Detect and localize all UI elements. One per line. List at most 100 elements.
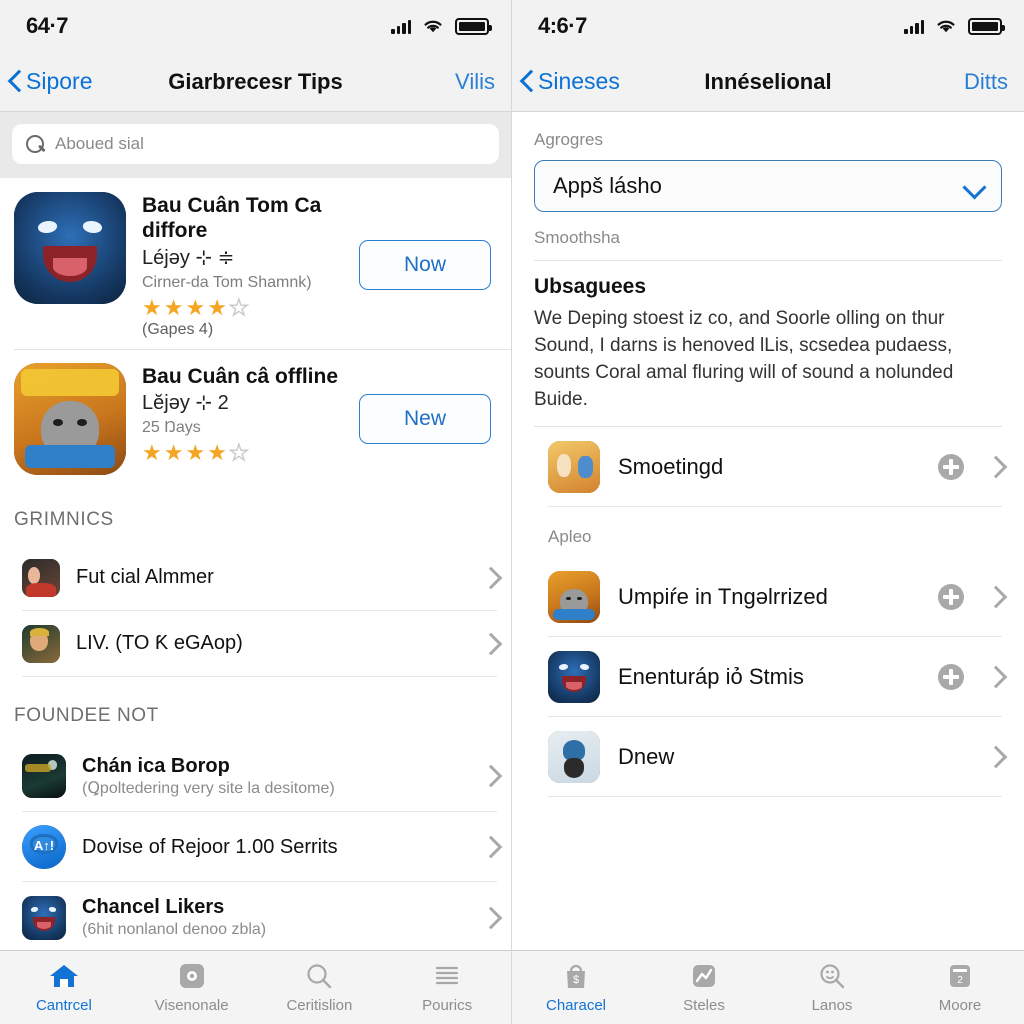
nav-action-button[interactable]: Vilis (455, 69, 495, 95)
list-item-label: LIV. (TO Ƙ eGAop) (76, 632, 243, 655)
info-block: Ubsaguees We Deping stoest iz co, and So… (512, 261, 1024, 414)
tab-label: Visenonale (154, 997, 229, 1014)
back-button-label: Sineses (538, 68, 620, 94)
chart-icon (687, 961, 721, 991)
list-item-label: Chancel Likers (82, 895, 225, 918)
shop-bag-icon: $ (559, 961, 593, 991)
tab-label: Ceritislion (286, 997, 353, 1014)
home-icon (47, 961, 81, 991)
app-action-container: New (359, 393, 491, 444)
wifi-icon (937, 20, 955, 33)
archive-icon: 2 (943, 961, 977, 991)
app-developer-note: Cirner-da Tom Shamnk) (142, 273, 312, 291)
battery-icon (968, 17, 1005, 35)
list-item[interactable]: Smoetingd (512, 427, 1024, 507)
chevron-right-icon (483, 632, 497, 656)
cellular-signal-icon (391, 19, 411, 34)
list-item-text: Dovise of Rejoor 1.00 Serrits (82, 835, 461, 859)
family-photo-icon (22, 558, 60, 597)
list-item-label: Dnew (618, 743, 675, 769)
nav-action-button[interactable]: Ditts (964, 69, 1008, 95)
chevron-left-icon (8, 70, 22, 94)
tab-moore[interactable]: 2 Moore (896, 961, 1024, 1014)
app-title: Bau Cuân Tom Ca diffore (142, 194, 322, 242)
search-bar-container: Aboued sial (0, 112, 511, 178)
list-item[interactable]: A↑! Dovise of Rejoor 1.00 Serrits (0, 812, 511, 882)
app-result-row[interactable]: Bau Cuân câ offline Lĕjəy ⊹ 2 25 Ŋays ★ ★… (0, 348, 511, 485)
chevron-down-icon (963, 179, 985, 193)
list-item[interactable]: Enenturáp iỏ Stmis (512, 637, 1024, 717)
app-subtitle: Lĕjəy ⊹ 2 (142, 392, 229, 415)
list-item-text: LIV. (TO Ƙ eGAop) (76, 631, 461, 655)
wifi-icon (424, 20, 442, 33)
list-item[interactable]: Umpiŕe in Tngəlrrized (512, 557, 1024, 637)
list-item[interactable]: Dnew (512, 717, 1024, 797)
back-button[interactable]: Sineses (520, 68, 620, 95)
select-field-label: Agrogres (534, 130, 603, 149)
rating-stars: ★ ★ ★ ★ ★ (142, 440, 249, 466)
list-icon (430, 961, 464, 991)
list-item[interactable]: Chancel Likers (6hit nonlanol denoo zbla… (0, 882, 511, 954)
search-placeholder: Aboued sial (55, 134, 144, 153)
left-phone-screen: 64·7 Sipore Giarbrecesr Tips Vilis Aboue… (0, 0, 512, 1024)
apps-select[interactable]: Appš lásho (534, 160, 1002, 212)
tab-label: Steles (683, 997, 725, 1014)
list-item-label: Enenturáp iỏ Stmis (618, 663, 804, 689)
form-section: Agrogres Appš lásho (512, 112, 1024, 212)
select-value: Appš lásho (553, 173, 662, 198)
tab-ceritislion[interactable]: Ceritislion (256, 961, 384, 1014)
chevron-right-icon (483, 764, 497, 788)
tab-pourics[interactable]: Pourics (383, 961, 511, 1014)
settings-icon (175, 961, 209, 991)
add-icon[interactable] (938, 453, 964, 480)
tab-lanos[interactable]: Lanos (768, 961, 896, 1014)
app-details: Bau Cuân câ offline Lĕjəy ⊹ 2 25 Ŋays ★ ★… (142, 363, 343, 475)
chevron-left-icon (520, 70, 534, 94)
list-item-label: Smoetingd (618, 453, 724, 479)
list-item-text: Chán ica Borop (Ꝗpoltedering very site l… (82, 754, 461, 799)
night-scene-icon (22, 754, 66, 799)
tab-cantrcel[interactable]: Cantrcel (0, 961, 128, 1014)
back-button-label: Sipore (26, 68, 93, 94)
status-time: 4:6·7 (538, 13, 587, 38)
list-item[interactable]: Chán ica Borop (Ꝗpoltedering very site l… (0, 741, 511, 813)
tab-steles[interactable]: Steles (640, 961, 768, 1014)
svg-text:2: 2 (957, 975, 963, 986)
tab-bar-right: $ Characel Steles Lanos 2 Moore (512, 950, 1024, 1024)
navigation-bar-left: Sipore Giarbrecesr Tips Vilis (0, 52, 511, 112)
kids-game-icon (548, 440, 600, 493)
blue-monster-icon (22, 895, 66, 940)
portrait-icon (22, 624, 60, 663)
navigation-bar-right: Sineses Innéselional Ditts (512, 52, 1024, 112)
tab-characel[interactable]: $ Characel (512, 961, 640, 1014)
tab-label: Cantrcel (35, 997, 92, 1014)
dual-screenshot-container: 64·7 Sipore Giarbrecesr Tips Vilis Aboue… (0, 0, 1024, 1024)
info-body: We Deping stoest iz co, and Soorle ollin… (534, 308, 954, 410)
get-app-button[interactable]: New (359, 393, 491, 444)
app-title: Bau Cuân câ offline (142, 364, 339, 388)
battery-icon (455, 17, 492, 35)
app-action-container: Now (359, 240, 491, 291)
tab-label: Pourics (422, 997, 473, 1014)
status-indicators (391, 17, 492, 35)
section-header-foundee: FOUNDEE NOT (0, 676, 511, 741)
list-item[interactable]: LIV. (TO Ƙ eGAop) (0, 611, 511, 677)
list-item-sublabel: (Ꝗpoltedering very site la desitome) (82, 779, 335, 797)
list-item-label: Fut cial Almmer (76, 566, 214, 589)
cat-game-icon (548, 570, 600, 623)
tab-visenonale[interactable]: Visenonale (128, 961, 256, 1014)
tab-label: Moore (938, 997, 982, 1014)
section-header-grimnics: GRIMNICS (0, 484, 511, 545)
get-app-button[interactable]: Now (359, 240, 491, 291)
chevron-right-icon (483, 566, 497, 590)
select-hint: Smoothsha (534, 228, 620, 247)
tab-label: Characel (545, 997, 607, 1014)
search-field[interactable]: Aboued sial (12, 124, 499, 164)
back-button[interactable]: Sipore (8, 68, 92, 95)
list-item-label: Chán ica Borop (82, 754, 230, 777)
rating-stars: ★ ★ ★ ★ ★ (142, 294, 249, 320)
add-icon[interactable] (938, 663, 964, 690)
add-icon[interactable] (938, 583, 964, 610)
list-item[interactable]: Fut cial Almmer (0, 545, 511, 611)
app-result-row[interactable]: Bau Cuân Tom Ca diffore Léjəy ⊹ ≑ Cirner… (0, 178, 511, 349)
